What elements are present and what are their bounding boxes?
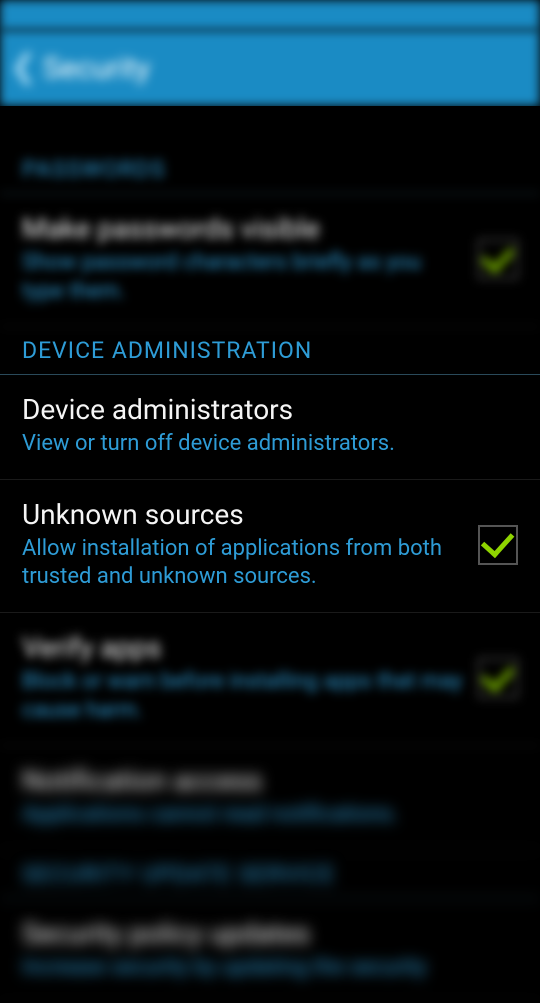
item-desc: Allow installation of applications from … bbox=[22, 535, 466, 592]
item-text: Device administrators View or turn off d… bbox=[22, 393, 518, 459]
back-icon: ❮ bbox=[10, 47, 37, 85]
settings-list: PASSWORDS Make passwords visible Show pa… bbox=[0, 106, 540, 1003]
item-verify-apps[interactable]: Verify apps Block or warn before install… bbox=[0, 613, 540, 746]
section-header-passwords: PASSWORDS bbox=[0, 146, 540, 194]
item-make-passwords-visible[interactable]: Make passwords visible Show password cha… bbox=[0, 194, 540, 327]
checkbox-unknown-sources[interactable] bbox=[478, 525, 518, 565]
item-text: Make passwords visible Show password cha… bbox=[22, 212, 478, 306]
item-desc: Block or warn before installing apps tha… bbox=[22, 668, 466, 725]
item-desc: View or turn off device administrators. bbox=[22, 430, 506, 459]
nav-title: Security bbox=[43, 51, 150, 86]
item-title: Security policy updates bbox=[22, 917, 506, 950]
item-device-administrators[interactable]: Device administrators View or turn off d… bbox=[0, 375, 540, 480]
item-title: Unknown sources bbox=[22, 498, 466, 531]
status-bar bbox=[0, 0, 540, 30]
item-security-policy-updates[interactable]: Security policy updates Increase securit… bbox=[0, 899, 540, 1003]
item-desc: Increase security by updating the securi… bbox=[22, 954, 506, 983]
section-header-security-update: SECURITY UPDATE SERVICE bbox=[0, 851, 540, 899]
checkbox-make-passwords-visible[interactable] bbox=[478, 239, 518, 279]
item-notification-access[interactable]: Notification access Applications cannot … bbox=[0, 746, 540, 851]
item-text: Security policy updates Increase securit… bbox=[22, 917, 518, 983]
nav-bar[interactable]: ❮ Security bbox=[0, 30, 540, 106]
item-unknown-sources[interactable]: Unknown sources Allow installation of ap… bbox=[0, 480, 540, 613]
item-desc: Applications cannot read notifications. bbox=[22, 801, 506, 830]
item-desc: Show password characters briefly as you … bbox=[22, 249, 466, 306]
item-text: Verify apps Block or warn before install… bbox=[22, 631, 478, 725]
item-title: Notification access bbox=[22, 764, 506, 797]
section-header-device-admin: DEVICE ADMINISTRATION bbox=[0, 327, 540, 375]
item-title: Device administrators bbox=[22, 393, 506, 426]
item-title: Make passwords visible bbox=[22, 212, 466, 245]
item-title: Verify apps bbox=[22, 631, 466, 664]
item-text: Unknown sources Allow installation of ap… bbox=[22, 498, 478, 592]
checkbox-verify-apps[interactable] bbox=[478, 658, 518, 698]
gap bbox=[0, 106, 540, 146]
item-text: Notification access Applications cannot … bbox=[22, 764, 518, 830]
